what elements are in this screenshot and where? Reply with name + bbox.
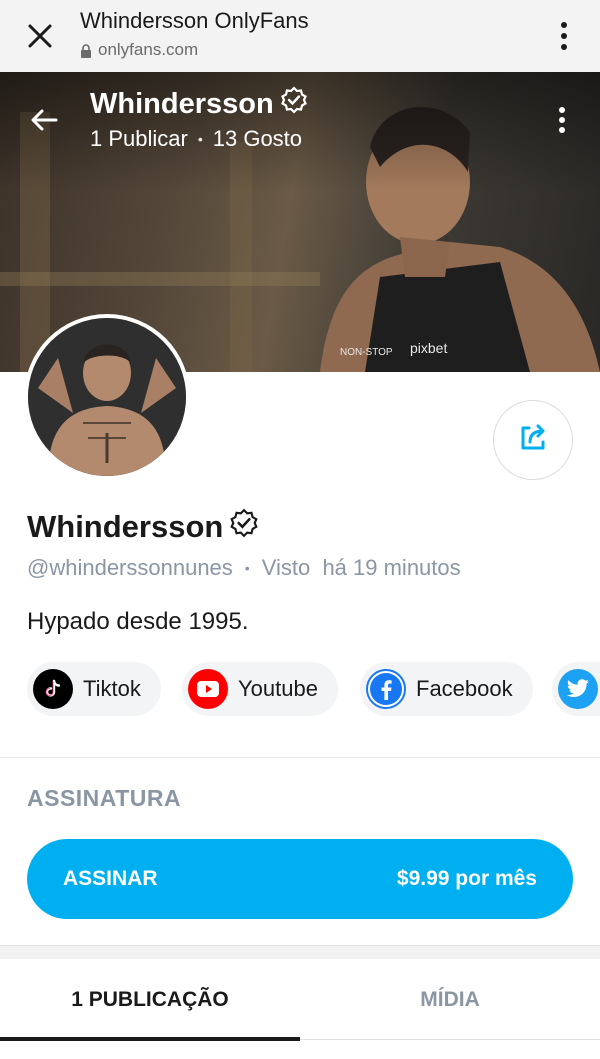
subscribe-price: $9.99 por mês xyxy=(396,867,537,890)
browser-menu-icon[interactable] xyxy=(552,16,576,56)
svg-text:pixbet: pixbet xyxy=(410,340,447,356)
active-tab-indicator xyxy=(0,1037,300,1041)
separator-dot: • xyxy=(244,560,250,576)
posts-count: 1 Publicar xyxy=(90,126,188,151)
social-label: Youtube xyxy=(238,676,318,701)
tiktok-icon xyxy=(33,669,73,709)
social-link-twitter[interactable] xyxy=(552,662,600,716)
profile-name: Whindersson xyxy=(27,508,259,546)
profile-name-text: Whindersson xyxy=(27,509,224,544)
profile-bio: Hypado desde 1995. xyxy=(27,608,249,635)
social-link-youtube[interactable]: Youtube xyxy=(182,662,338,716)
browser-toolbar: Whindersson OnlyFans onlyfans.com xyxy=(0,0,600,72)
twitter-icon xyxy=(558,669,598,709)
profile-tabs: 1 PUBLICAÇÃO MÍDIA xyxy=(0,959,600,1059)
tab-media[interactable]: MÍDIA xyxy=(300,959,600,1041)
cover-stats: 1 Publicar • 13 Gosto xyxy=(90,126,302,152)
browser-page-title: Whindersson OnlyFans xyxy=(80,8,309,33)
section-divider xyxy=(0,945,600,959)
divider xyxy=(0,757,600,758)
social-link-facebook[interactable]: Facebook xyxy=(360,662,533,716)
social-label: Facebook xyxy=(416,676,513,701)
subscribe-button[interactable]: ASSINAR $9.99 por mês xyxy=(27,839,573,919)
subscribe-label: ASSINAR xyxy=(63,867,158,890)
tab-posts[interactable]: 1 PUBLICAÇÃO xyxy=(0,959,300,1041)
verified-icon xyxy=(229,508,259,546)
share-button[interactable] xyxy=(493,400,573,480)
last-seen: Visto há 19 minutos xyxy=(261,555,461,580)
social-link-tiktok[interactable]: Tiktok xyxy=(27,662,161,716)
social-links: Tiktok Youtube Facebook xyxy=(27,662,600,716)
svg-text:NON-STOP: NON-STOP xyxy=(340,347,393,358)
subscription-section-title: ASSINATURA xyxy=(27,785,182,811)
lock-icon xyxy=(80,43,92,58)
social-label: Tiktok xyxy=(83,676,141,701)
profile-handle: @whinderssonnunes xyxy=(27,555,233,580)
tab-border xyxy=(300,1039,600,1040)
profile-meta: @whinderssonnunes • Visto há 19 minutos xyxy=(27,555,461,581)
verified-icon xyxy=(280,86,308,122)
back-arrow-icon[interactable] xyxy=(26,102,62,138)
share-icon xyxy=(515,420,551,461)
browser-url[interactable]: onlyfans.com xyxy=(80,40,198,60)
browser-url-text: onlyfans.com xyxy=(98,40,199,59)
separator-dot: • xyxy=(197,131,203,147)
profile-menu-icon[interactable] xyxy=(550,102,574,138)
avatar[interactable] xyxy=(24,314,190,480)
youtube-icon xyxy=(188,669,228,709)
likes-count: 13 Gosto xyxy=(212,126,303,151)
facebook-icon xyxy=(366,669,406,709)
close-icon[interactable] xyxy=(22,18,58,54)
cover-name-text: Whindersson xyxy=(90,87,274,120)
cover-profile-name: Whindersson xyxy=(90,86,308,122)
